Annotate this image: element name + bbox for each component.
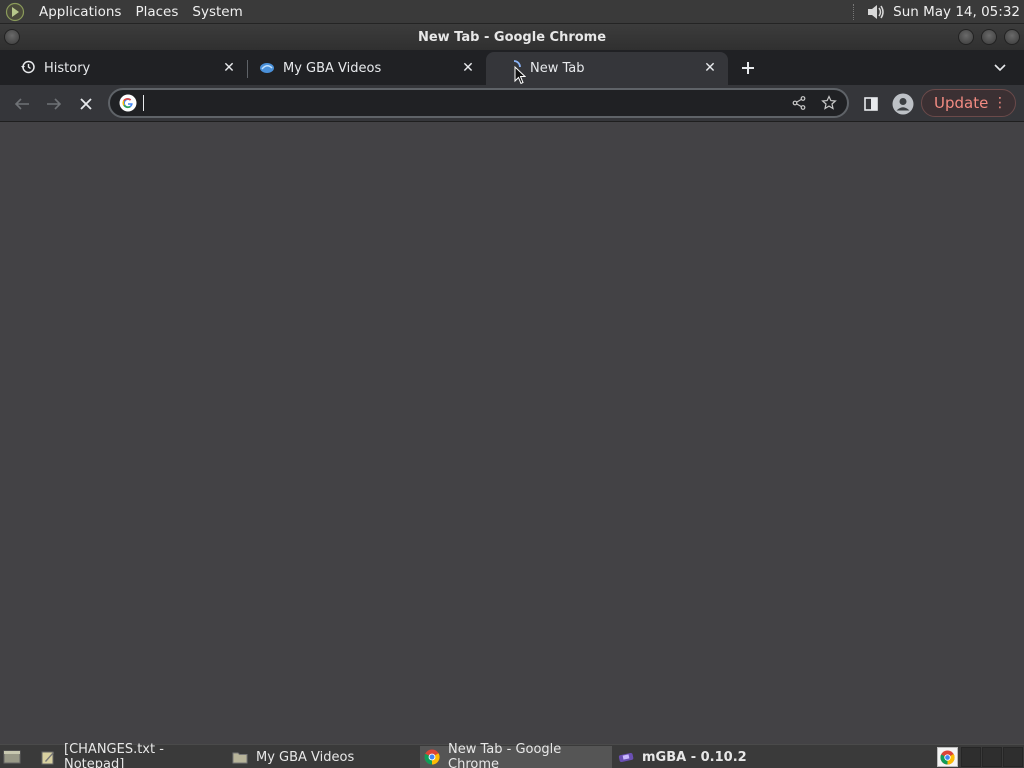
address-input[interactable] (150, 95, 787, 111)
gnome-foot-icon[interactable] (4, 1, 26, 23)
mouse-cursor-icon (514, 66, 526, 85)
taskbar-item-chrome[interactable]: New Tab - Google Chrome (420, 742, 612, 768)
clock[interactable]: Sun May 14, 05:32 (893, 4, 1020, 20)
close-tab-icon[interactable]: ✕ (460, 60, 476, 76)
taskbar-label: mGBA - 0.10.2 (642, 749, 747, 765)
text-caret (143, 95, 144, 111)
browser-toolbar: Update ⋮ (0, 85, 1024, 122)
show-desktop-icon[interactable] (3, 748, 21, 765)
google-g-icon (119, 94, 137, 112)
close-window-button[interactable] (1004, 29, 1020, 45)
tab-label: New Tab (530, 61, 585, 76)
new-tab-button[interactable] (736, 56, 760, 80)
taskbar-item-my-gba-videos[interactable]: My GBA Videos (228, 746, 414, 768)
window-title: New Tab - Google Chrome (417, 29, 607, 45)
history-icon (20, 59, 36, 79)
maximize-button[interactable] (981, 29, 997, 45)
tab-history[interactable]: History ✕ (0, 52, 247, 85)
taskbar-label: New Tab - Google Chrome (448, 742, 562, 768)
profile-avatar-icon[interactable] (890, 91, 916, 117)
places-menu[interactable]: Places (128, 0, 185, 24)
workspace-3[interactable] (1003, 747, 1023, 767)
taskbar-item-notepad[interactable]: [CHANGES.txt - Notepad] (36, 742, 222, 768)
window-menu-button[interactable] (4, 29, 20, 45)
bookmark-star-icon[interactable] (817, 91, 841, 115)
taskbar-label: My GBA Videos (256, 749, 355, 765)
applications-menu[interactable]: Applications (32, 0, 128, 24)
workspace-1[interactable] (961, 747, 981, 767)
back-button[interactable] (9, 91, 35, 117)
tab-label: My GBA Videos (283, 61, 382, 76)
update-chrome-button[interactable]: Update ⋮ (921, 89, 1016, 117)
forward-button[interactable] (41, 91, 67, 117)
drive-icon (259, 59, 275, 79)
update-label: Update (934, 94, 989, 112)
folder-icon (232, 749, 248, 765)
panel-separator (853, 4, 855, 20)
tab-my-gba-videos[interactable]: My GBA Videos ✕ (239, 52, 486, 85)
minimize-button[interactable] (958, 29, 974, 45)
taskbar-label: [CHANGES.txt - Notepad] (64, 742, 164, 768)
chrome-icon (424, 749, 440, 765)
page-content-area (0, 122, 1024, 744)
volume-icon[interactable] (863, 0, 889, 24)
taskbar-item-mgba[interactable]: mGBA - 0.10.2 (614, 746, 804, 768)
stop-loading-button[interactable] (73, 91, 99, 117)
system-menu[interactable]: System (185, 0, 249, 24)
mgba-icon (618, 749, 634, 765)
window-titlebar[interactable]: New Tab - Google Chrome (0, 24, 1024, 50)
top-panel: Applications Places System Sun May 14, 0… (0, 0, 1024, 24)
close-tab-icon[interactable]: ✕ (221, 60, 237, 76)
side-panel-button[interactable] (858, 91, 884, 117)
bottom-taskbar: [CHANGES.txt - Notepad] My GBA Videos Ne… (0, 742, 1024, 768)
more-menu-icon[interactable]: ⋮ (993, 96, 1007, 110)
tab-strip: History ✕ My GBA Videos ✕ New Tab ✕ (0, 50, 1024, 85)
close-tab-icon[interactable]: ✕ (702, 60, 718, 76)
notepad-icon (40, 749, 56, 765)
workspace-2[interactable] (982, 747, 1002, 767)
tray-chrome-icon[interactable] (937, 747, 958, 767)
tab-label: History (44, 61, 91, 76)
tab-search-chevron-icon[interactable] (990, 58, 1010, 78)
omnibox[interactable] (108, 88, 849, 118)
share-icon[interactable] (787, 91, 811, 115)
